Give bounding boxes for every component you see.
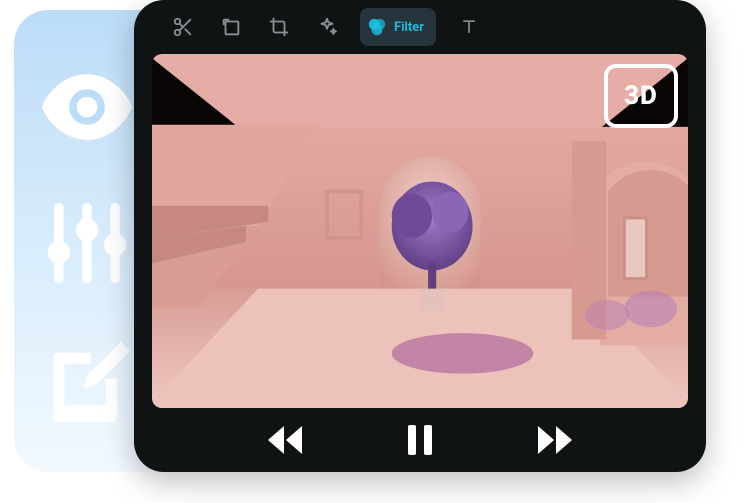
scissors-icon [172,16,194,38]
eye-icon [42,72,132,142]
3d-badge-label: 3D [624,81,658,111]
text-icon [459,17,479,37]
edit-tool[interactable] [42,336,132,426]
adjust-tool[interactable] [42,198,132,288]
shape-tool[interactable] [216,12,246,42]
pause-icon [406,423,434,457]
rewind-button[interactable] [263,417,309,463]
filter-label: Filter [394,20,424,35]
crop-icon [268,16,290,38]
filter-blobs-icon [366,17,388,37]
rewind-icon [266,423,306,457]
filter-tool[interactable]: Filter [360,8,436,46]
square-rotate-icon [220,16,242,38]
fast-forward-button[interactable] [531,417,577,463]
3d-badge: 3D [604,64,678,128]
crop-tool[interactable] [264,12,294,42]
preview-tool[interactable] [42,62,132,152]
fast-forward-icon [534,423,574,457]
text-tool[interactable] [454,12,484,42]
cut-tool[interactable] [168,12,198,42]
editor-toolbar: Filter [134,0,706,54]
video-editor-window: Filter [134,0,706,472]
preview-viewport[interactable]: 3D [152,54,688,408]
pause-button[interactable] [397,417,443,463]
playback-controls [134,408,706,472]
effects-tool[interactable] [312,12,342,42]
sliders-icon [42,195,132,291]
sparkle-icon [316,16,338,38]
compose-icon [42,333,132,429]
